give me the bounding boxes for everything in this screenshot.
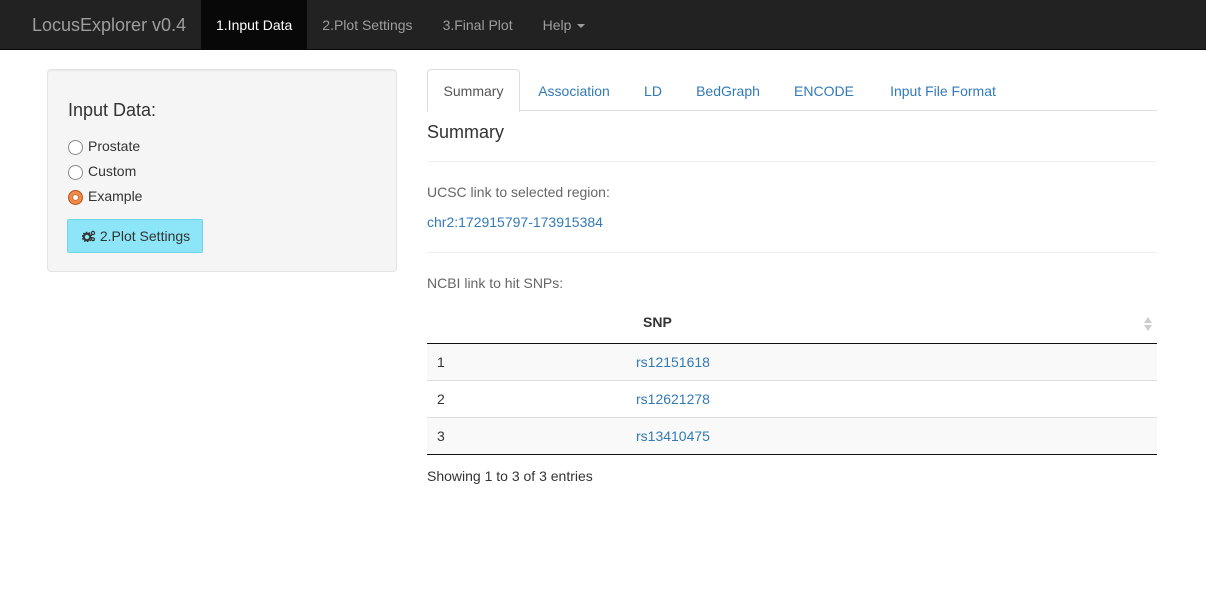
summary-title: Summary xyxy=(427,122,505,142)
nav-item-help[interactable]: Help xyxy=(528,0,601,50)
divider xyxy=(427,252,1157,253)
nav-item-input-data[interactable]: 1.Input Data xyxy=(201,0,308,50)
radio-label: Prostate xyxy=(88,138,141,154)
column-header-snp[interactable]: SNP xyxy=(643,314,672,330)
tab-encode[interactable]: ENCODE xyxy=(782,69,866,111)
tab-bedgraph[interactable]: BedGraph xyxy=(683,69,773,111)
caret-down-icon xyxy=(577,24,586,29)
plot-settings-button-label: 2.Plot Settings xyxy=(99,228,191,244)
app-brand[interactable]: LocusExplorer v0.4 xyxy=(32,14,186,36)
nav-item-plot-settings[interactable]: 2.Plot Settings xyxy=(307,0,427,50)
sort-both-icon[interactable] xyxy=(1143,316,1153,332)
nav-items: 1.Input Data 2.Plot Settings 3.Final Plo… xyxy=(201,0,600,50)
row-index: 2 xyxy=(437,391,445,407)
row-index: 3 xyxy=(437,428,445,444)
radio-button-checked-icon[interactable] xyxy=(68,190,83,205)
radio-label: Example xyxy=(88,188,143,204)
table-row: 2 rs12621278 xyxy=(427,381,1157,418)
snp-link[interactable]: rs12621278 xyxy=(636,391,710,407)
help-label: Help xyxy=(542,17,572,33)
plot-settings-button[interactable]: 2.Plot Settings xyxy=(67,219,203,253)
radio-option-example[interactable]: Example xyxy=(68,186,142,206)
radio-button-icon[interactable] xyxy=(68,165,83,180)
cogs-icon xyxy=(81,230,96,242)
tab-summary[interactable]: Summary xyxy=(427,69,520,112)
radio-label: Custom xyxy=(88,163,137,179)
tab-ld[interactable]: LD xyxy=(631,69,675,111)
table-row: 1 rs12151618 xyxy=(427,344,1157,381)
ucsc-region-link[interactable]: chr2:172915797-173915384 xyxy=(427,214,603,230)
radio-option-custom[interactable]: Custom xyxy=(68,161,136,181)
divider xyxy=(427,161,1157,162)
input-panel: Input Data: Prostate Custom Example 2.Pl… xyxy=(47,69,397,272)
radio-option-prostate[interactable]: Prostate xyxy=(68,136,140,156)
snp-link[interactable]: rs13410475 xyxy=(636,428,710,444)
ucsc-label: UCSC link to selected region: xyxy=(427,184,610,200)
table-row: 3 rs13410475 xyxy=(427,418,1157,455)
row-index: 1 xyxy=(437,354,445,370)
table-info: Showing 1 to 3 of 3 entries xyxy=(427,468,593,484)
navbar: LocusExplorer v0.4 1.Input Data 2.Plot S… xyxy=(0,0,1206,50)
tab-association[interactable]: Association xyxy=(524,69,624,111)
nav-item-final-plot[interactable]: 3.Final Plot xyxy=(428,0,528,50)
tab-bar: Summary Association LD BedGraph ENCODE I… xyxy=(427,69,1157,112)
ncbi-label: NCBI link to hit SNPs: xyxy=(427,275,564,291)
tab-input-file-format[interactable]: Input File Format xyxy=(875,69,1011,111)
table-header-row: SNP xyxy=(427,304,1157,344)
radio-button-icon[interactable] xyxy=(68,140,83,155)
input-panel-title: Input Data: xyxy=(68,100,157,120)
snp-table: SNP 1 rs12151618 2 rs12621278 3 rs134104… xyxy=(427,304,1157,455)
snp-link[interactable]: rs12151618 xyxy=(636,354,710,370)
